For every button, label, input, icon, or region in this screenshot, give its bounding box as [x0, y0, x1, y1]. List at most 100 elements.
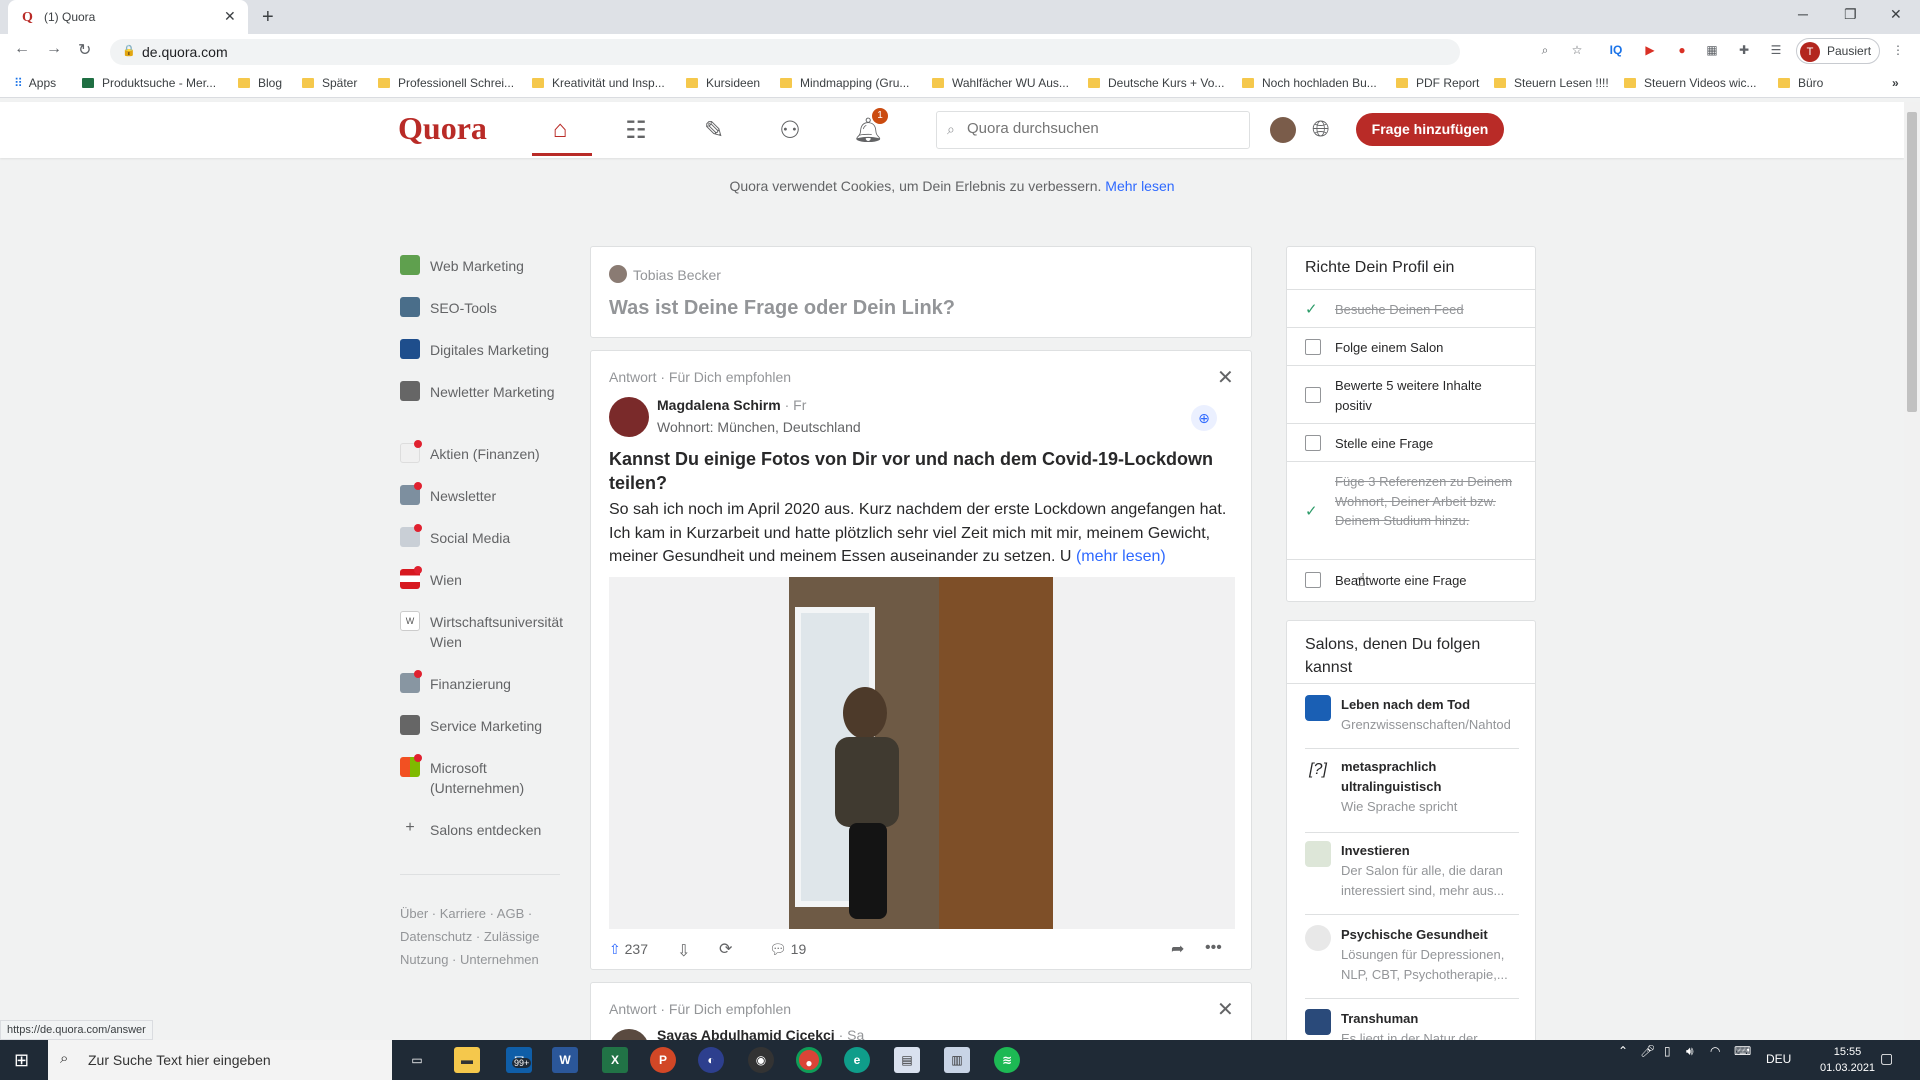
- close-tab-icon[interactable]: ✕: [224, 8, 236, 25]
- excel-icon[interactable]: X: [602, 1047, 628, 1073]
- follow-author-icon[interactable]: ⊕: [1191, 405, 1217, 431]
- task-item[interactable]: Folge einem Salon: [1287, 327, 1535, 365]
- scrollbar-thumb[interactable]: [1907, 112, 1917, 412]
- app-icon[interactable]: ▥: [944, 1047, 970, 1073]
- powerpoint-icon[interactable]: P: [650, 1047, 676, 1073]
- share-icon[interactable]: ➦: [1171, 939, 1184, 959]
- extensions-puzzle-icon[interactable]: ✚: [1736, 43, 1752, 59]
- checkbox[interactable]: [1305, 572, 1321, 588]
- bookmark-item[interactable]: Büro: [1778, 76, 1823, 90]
- reading-list-icon[interactable]: ☰: [1768, 43, 1784, 59]
- bookmark-item[interactable]: PDF Report: [1396, 76, 1479, 90]
- task-item[interactable]: Bewerte 5 weitere Inhalte positiv: [1287, 365, 1535, 423]
- space-item[interactable]: [?] metasprachlich ultralinguistisch Wie S…: [1305, 757, 1519, 833]
- downvote-icon[interactable]: ⇩: [677, 941, 690, 961]
- cookie-more-link[interactable]: Mehr lesen: [1105, 178, 1174, 194]
- apps-grid-icon[interactable]: ▦: [1704, 43, 1720, 59]
- page-scrollbar[interactable]: [1904, 102, 1920, 1040]
- answer-icon[interactable]: ✎: [696, 116, 732, 146]
- answer-image[interactable]: [609, 577, 1235, 929]
- browser-tab[interactable]: Q (1) Quora ✕: [8, 0, 248, 34]
- bookmark-item[interactable]: Deutsche Kurs + Vo...: [1088, 76, 1224, 90]
- search-input[interactable]: [967, 120, 1237, 137]
- back-icon[interactable]: ←: [14, 40, 30, 58]
- bookmark-item[interactable]: Kursideen: [686, 76, 760, 90]
- app-icon[interactable]: ▤: [894, 1047, 920, 1073]
- bookmark-star-icon[interactable]: ☆: [1569, 43, 1585, 59]
- sidebar-footer-links[interactable]: Über · Karriere · AGB · Datenschutz · Zu…: [400, 902, 560, 971]
- bookmark-item[interactable]: Steuern Lesen !!!!: [1494, 76, 1609, 90]
- task-item[interactable]: ✓ Füge 3 Referenzen zu Deinem Wohnort, De…: [1287, 461, 1535, 559]
- volume-icon[interactable]: 🔊︎: [1686, 1044, 1694, 1059]
- quora-logo[interactable]: Quora: [398, 110, 487, 147]
- ask-question-box[interactable]: Tobias Becker Was ist Deine Frage oder D…: [590, 246, 1252, 338]
- taskbar-search[interactable]: ⌕ Zur Suche Text hier eingeben: [48, 1040, 392, 1080]
- wifi-icon[interactable]: ◠: [1710, 1044, 1720, 1058]
- task-item[interactable]: Stelle eine Frage: [1287, 423, 1535, 461]
- chrome-icon[interactable]: ●: [796, 1047, 822, 1073]
- dismiss-icon[interactable]: ✕: [1217, 365, 1234, 390]
- comment-button[interactable]: 💬︎ 19: [769, 941, 806, 958]
- mic-icon[interactable]: 🎤︎: [1640, 1044, 1655, 1058]
- bookmark-apps[interactable]: ⠿ Apps: [14, 76, 56, 90]
- spaces-icon[interactable]: ⚇: [772, 116, 808, 146]
- clock[interactable]: 15:55 01.03.2021: [1820, 1044, 1875, 1076]
- bookmark-item[interactable]: Mindmapping (Gru...: [780, 76, 909, 90]
- keyboard-icon[interactable]: ⌨: [1734, 1044, 1751, 1058]
- profile-button[interactable]: T Pausiert: [1796, 38, 1880, 64]
- spotify-icon[interactable]: ≋: [994, 1047, 1020, 1073]
- restore-icon[interactable]: ❐: [1844, 6, 1857, 23]
- search-box[interactable]: ⌕: [936, 111, 1250, 149]
- bookmark-item[interactable]: Steuern Videos wic...: [1624, 76, 1757, 90]
- file-explorer-icon[interactable]: ▬: [454, 1047, 480, 1073]
- bookmark-item[interactable]: Später: [302, 76, 357, 90]
- add-question-button[interactable]: Frage hinzufügen: [1356, 113, 1504, 146]
- following-icon[interactable]: ☷: [618, 116, 654, 146]
- minimize-icon[interactable]: ─: [1798, 6, 1808, 22]
- checkbox[interactable]: [1305, 435, 1321, 451]
- author-name[interactable]: Magdalena Schirm · Fr: [657, 397, 806, 413]
- author-avatar[interactable]: [609, 397, 649, 437]
- dismiss-icon[interactable]: ✕: [1217, 997, 1234, 1022]
- zoom-icon[interactable]: ⌕: [1537, 43, 1553, 59]
- bookmark-item[interactable]: Produktsuche - Mer...: [82, 76, 216, 90]
- upvote-button[interactable]: ⇧ 237: [609, 941, 648, 958]
- app-icon[interactable]: ◐: [698, 1047, 724, 1073]
- task-view-icon[interactable]: ▭: [404, 1047, 430, 1073]
- bookmark-item[interactable]: Blog: [238, 76, 282, 90]
- ask-prompt[interactable]: Was ist Deine Frage oder Dein Link?: [609, 297, 955, 320]
- edge-icon[interactable]: e: [844, 1047, 870, 1073]
- word-icon[interactable]: W: [552, 1047, 578, 1073]
- windows-start-icon[interactable]: ⊞: [14, 1050, 29, 1071]
- more-options-icon[interactable]: •••: [1205, 939, 1222, 957]
- extension-iq-icon[interactable]: IQ: [1608, 43, 1624, 59]
- question-title[interactable]: Kannst Du einige Fotos von Dir vor und n…: [609, 447, 1229, 495]
- space-item[interactable]: Psychische Gesundheit Lösungen für Depres…: [1305, 925, 1519, 999]
- new-tab-icon[interactable]: +: [262, 6, 274, 29]
- space-item[interactable]: Leben nach dem Tod Grenzwissenschaften/Na…: [1305, 695, 1519, 749]
- reload-icon[interactable]: ↻: [78, 40, 91, 60]
- language-indicator[interactable]: DEU: [1766, 1052, 1791, 1066]
- bookmark-item[interactable]: Kreativität und Insp...: [532, 76, 665, 90]
- address-bar[interactable]: 🔒 de.quora.com: [110, 39, 1460, 65]
- forward-icon[interactable]: →: [46, 40, 62, 58]
- bookmark-item[interactable]: Wahlfächer WU Aus...: [932, 76, 1069, 90]
- task-item[interactable]: Beantworte eine Frage: [1287, 559, 1535, 599]
- browser-menu-icon[interactable]: ⋮: [1890, 43, 1906, 59]
- tray-arrow-icon[interactable]: ⌃: [1618, 1044, 1628, 1058]
- bookmark-item[interactable]: Professionell Schrei...: [378, 76, 514, 90]
- share-reshare-icon[interactable]: ⟳: [719, 939, 732, 959]
- extension-icon[interactable]: ▶: [1642, 43, 1658, 59]
- bookmark-item[interactable]: Noch hochladen Bu...: [1242, 76, 1377, 90]
- space-item[interactable]: Investieren Der Salon für alle, die daran…: [1305, 841, 1519, 915]
- battery-icon[interactable]: ▯: [1664, 1044, 1671, 1058]
- task-item[interactable]: ✓ Besuche Deinen Feed: [1287, 289, 1535, 327]
- user-avatar[interactable]: [1270, 117, 1296, 143]
- more-bookmarks-icon[interactable]: »: [1892, 76, 1899, 90]
- language-globe-icon[interactable]: 🌐︎: [1312, 116, 1330, 142]
- read-more-link[interactable]: (mehr lesen): [1076, 548, 1166, 565]
- close-window-icon[interactable]: ✕: [1890, 6, 1902, 23]
- obs-icon[interactable]: ◉: [748, 1047, 774, 1073]
- adblock-icon[interactable]: ●: [1674, 43, 1690, 59]
- checkbox[interactable]: [1305, 387, 1321, 403]
